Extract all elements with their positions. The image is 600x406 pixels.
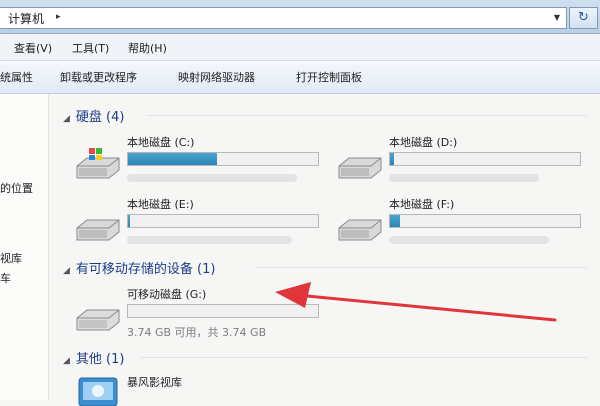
nav-item-library[interactable]: 车 [0, 270, 11, 286]
nav-item-video-library[interactable]: 视库 [0, 250, 22, 266]
menu-view[interactable]: 查看(V) [14, 40, 52, 56]
system-properties-button[interactable]: 统属性 [0, 69, 33, 85]
address-bar[interactable]: 计算机 ▸ ▼ [0, 7, 567, 29]
annotation-arrow-icon [275, 282, 557, 322]
open-control-panel-button[interactable]: 打开控制面板 [296, 69, 362, 85]
chevron-down-icon[interactable]: ▼ [554, 13, 560, 22]
refresh-button[interactable]: ↻ [569, 7, 598, 29]
address-path[interactable]: 计算机 [8, 10, 44, 27]
navigation-pane: 的位置 视库 车 [0, 94, 49, 400]
address-bar-area: 计算机 ▸ ▼ ↻ [0, 0, 600, 34]
map-network-drive-button[interactable]: 映射网络驱动器 [178, 69, 255, 85]
nav-item-places[interactable]: 的位置 [0, 180, 33, 196]
chevron-right-icon[interactable]: ▸ [56, 12, 61, 22]
menu-tools[interactable]: 工具(T) [72, 40, 109, 56]
menu-bar: 查看(V) 工具(T) 帮助(H) [0, 34, 600, 61]
menu-help[interactable]: 帮助(H) [128, 40, 167, 56]
uninstall-program-button[interactable]: 卸载或更改程序 [60, 69, 137, 85]
command-toolbar: 统属性 卸载或更改程序 映射网络驱动器 打开控制面板 [0, 61, 600, 94]
drives-view: ◢ 硬盘 (4) 本地磁盘 (C:) 本地磁盘 (D:) 本地磁盘 (E:) 本… [49, 94, 600, 406]
